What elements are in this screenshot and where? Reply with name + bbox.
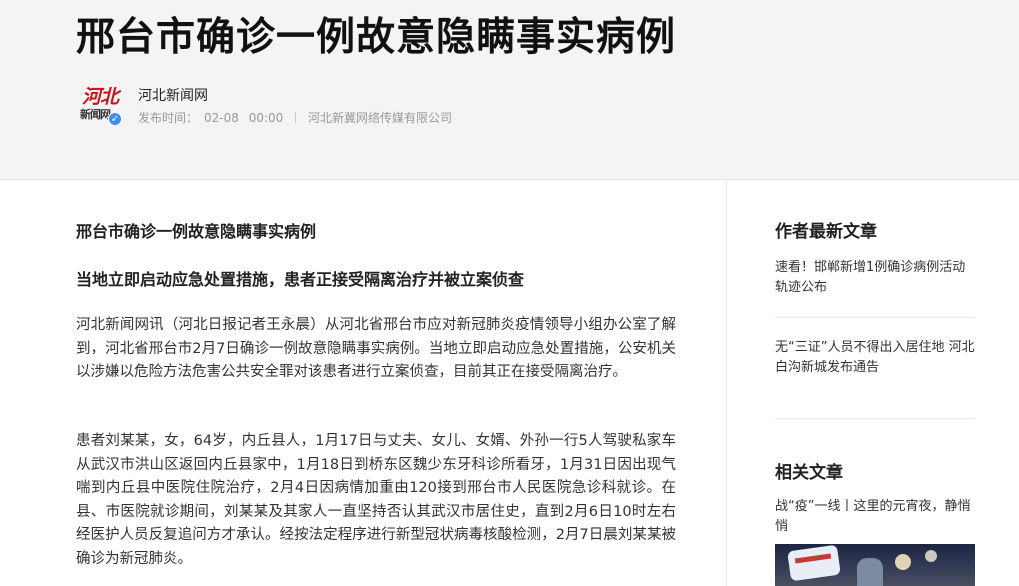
column-divider [726, 180, 727, 586]
thumbnail-light-shape [925, 550, 937, 562]
meta-divider [295, 112, 297, 123]
publish-label: 发布时间： [138, 111, 199, 125]
author-article-link[interactable]: 速看！邯郸新增1例确诊病例活动轨迹公布 [775, 258, 975, 298]
publish-time: 00:00 [248, 111, 284, 125]
article-header: 邢台市确诊一例故意隐瞒事实病例 河北 新闻网 ✓ 河北新闻网 发布时间： 02-0… [0, 0, 1019, 180]
body-heading: 邢台市确诊一例故意隐瞒事实病例 [76, 222, 317, 241]
related-article-link[interactable]: 战“疫”一线丨这里的元宵夜，静悄悄 [775, 497, 975, 537]
verified-badge-icon: ✓ [108, 112, 122, 126]
body-paragraph: 患者刘某某，女，64岁，内丘县人，1月17日与丈夫、女儿、女婿、外孙一行5人驾驶… [76, 433, 676, 567]
source-name-link[interactable]: 河北新闻网 [138, 85, 208, 105]
thumbnail-light-shape [895, 554, 911, 570]
related-articles-title: 相关文章 [775, 463, 843, 483]
author-latest-title: 作者最新文章 [775, 222, 877, 242]
publish-date: 02-08 [204, 111, 239, 125]
article-title: 邢台市确诊一例故意隐瞒事实病例 [76, 15, 677, 60]
related-article-thumbnail[interactable] [775, 544, 975, 586]
body-subheading: 当地立即启动应急处置措施，患者正接受隔离治疗并被立案侦查 [76, 270, 525, 289]
article-meta: 发布时间： 02-08 00:00 河北新冀网络传媒有限公司 [138, 109, 458, 126]
author-article-link[interactable]: 无“三证”人员不得出入居住地 河北白沟新城发布通告 [775, 338, 975, 378]
logo-text-top: 河北 [82, 86, 119, 108]
logo-text-bottom: 新闻网 [80, 108, 111, 121]
publisher-company: 河北新冀网络传媒有限公司 [307, 111, 452, 125]
sidebar-divider [775, 418, 975, 419]
sidebar-divider [775, 317, 975, 318]
thumbnail-person-shape [857, 558, 883, 586]
body-paragraph: 河北新闻网讯（河北日报记者王永晨）从河北省邢台市应对新冠肺炎疫情领导小组办公室了… [76, 317, 676, 380]
